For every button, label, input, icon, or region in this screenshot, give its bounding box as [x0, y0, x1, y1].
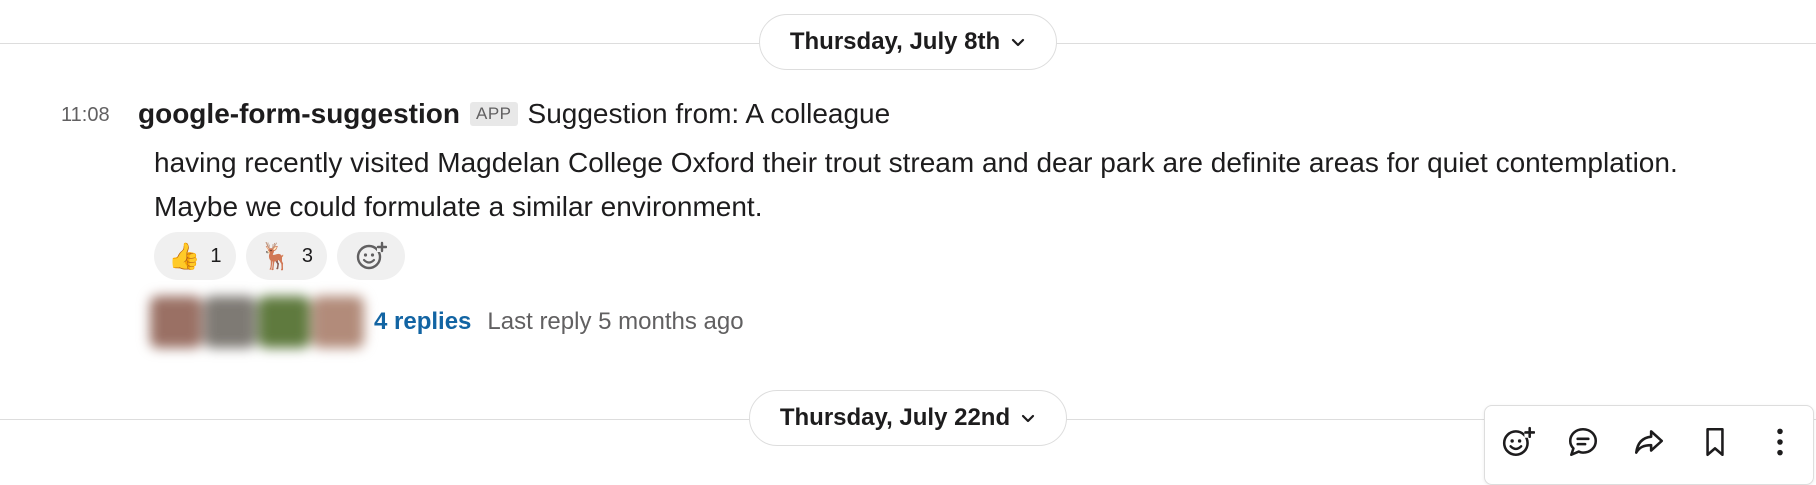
author-name[interactable]: google-form-suggestion [138, 98, 460, 130]
message-body-line: Maybe we could formulate a similar envir… [154, 191, 763, 222]
date-divider-label: Thursday, July 8th [789, 28, 1001, 55]
save-for-later-action[interactable] [1695, 422, 1735, 462]
app-badge: APP [469, 102, 518, 126]
chevron-down-icon [1012, 38, 1025, 47]
avatar [150, 296, 202, 348]
reaction-thumbs-up[interactable]: 👍 1 [154, 232, 236, 280]
message-header: google-form-suggestion APP Suggestion fr… [138, 98, 890, 130]
reply-thread-icon [1569, 427, 1598, 457]
more-actions-icon [1777, 428, 1783, 456]
thumbs-up-icon: 👍 [168, 241, 201, 271]
more-actions-button[interactable] [1760, 422, 1800, 462]
add-reaction-button[interactable] [337, 232, 405, 280]
replies-link[interactable]: 4 replies [374, 308, 471, 336]
bookmark-icon [1705, 427, 1724, 457]
date-divider-label: Thursday, July 22nd [779, 404, 1011, 431]
reply-in-thread-action[interactable] [1563, 422, 1603, 462]
last-reply-text: Last reply 5 months ago [487, 308, 744, 335]
reaction-deer[interactable]: 🦌 3 [245, 232, 327, 280]
avatar [204, 296, 256, 348]
add-reaction-icon [356, 241, 387, 270]
share-action[interactable] [1629, 422, 1669, 462]
chevron-down-icon [1022, 414, 1035, 423]
deer-icon: 🦌 [259, 241, 292, 271]
date-divider-button[interactable]: Thursday, July 22nd [749, 390, 1067, 446]
avatar [312, 296, 364, 348]
avatar [258, 296, 310, 348]
reaction-count: 1 [210, 244, 222, 267]
message-body-line: having recently visited Magdelan College… [154, 147, 1678, 178]
reply-avatars [150, 296, 366, 348]
message-subject: Suggestion from: A colleague [527, 98, 891, 129]
reaction-bar: 👍 1 🦌 3 [154, 232, 405, 280]
thread-summary[interactable]: 4 replies Last reply 5 months ago [150, 296, 744, 348]
message-body: having recently visited Magdelan College… [154, 141, 1794, 229]
message-actions-toolbar [1484, 405, 1814, 485]
add-reaction-icon [1502, 426, 1535, 457]
reaction-count: 3 [301, 244, 313, 267]
date-divider-button[interactable]: Thursday, July 8th [759, 14, 1057, 70]
add-reaction-action[interactable] [1498, 422, 1538, 462]
message-timestamp[interactable]: 11:08 [61, 104, 110, 127]
share-icon [1634, 430, 1664, 454]
